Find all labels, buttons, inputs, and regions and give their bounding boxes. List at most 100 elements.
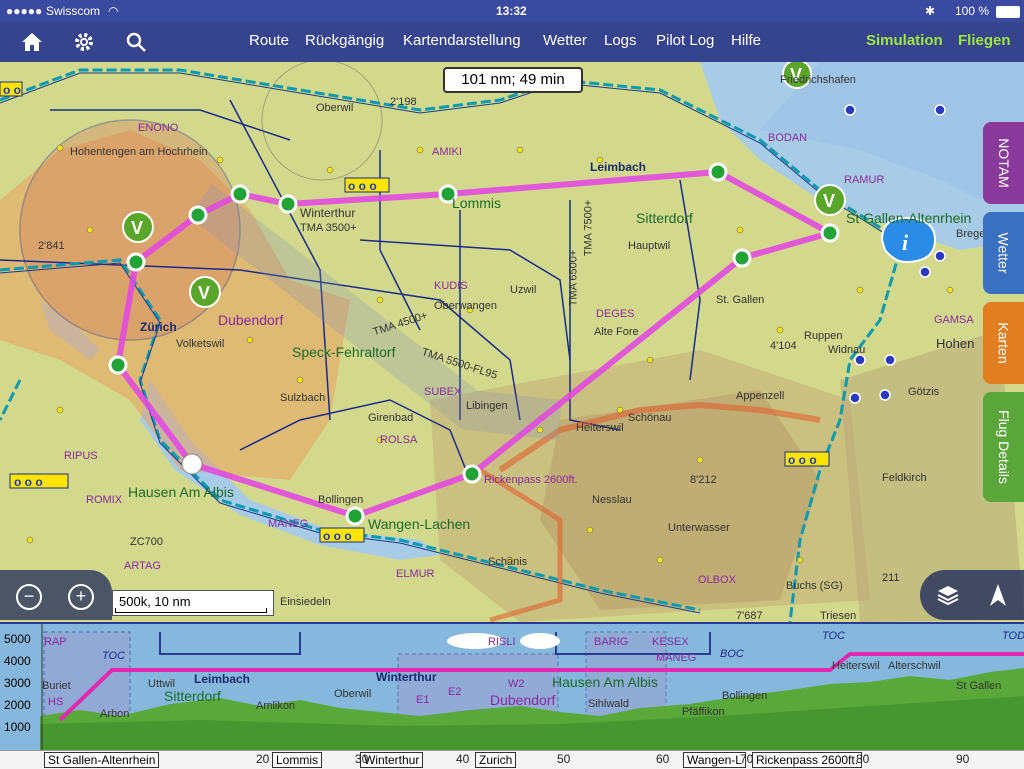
label-gamsa: GAMSA bbox=[934, 314, 974, 326]
label-zurich-city: Zürich bbox=[140, 320, 177, 334]
label-tma3500: TMA 3500+ bbox=[300, 222, 357, 234]
label-elev-211: 211 bbox=[882, 572, 900, 584]
profile-label-amlikon: Amlikon bbox=[256, 700, 296, 712]
label-tma7500: TMA 7500+ bbox=[582, 199, 595, 257]
label-stgallen-city: St. Gallen bbox=[716, 294, 765, 306]
label-einsiedeln: Einsiedeln bbox=[280, 596, 331, 608]
label-bregenz: Brege bbox=[956, 228, 986, 240]
label-rolsa: ROLSA bbox=[380, 434, 418, 446]
profile-label-barig: BARIG bbox=[594, 636, 629, 648]
alt-label-3000: 3000 bbox=[4, 676, 31, 690]
label-altefore: Alte Fore bbox=[594, 326, 639, 338]
map-scale-label: 500k, 10 nm bbox=[119, 594, 191, 609]
label-elev-2841: 2'841 bbox=[38, 240, 65, 252]
profile-label-alterschwil: Alterschwil bbox=[888, 660, 941, 672]
profile-label-hausen: Hausen Am Albis bbox=[552, 674, 658, 690]
label-oberwil: Oberwil bbox=[316, 102, 354, 114]
weather-menu[interactable]: Wetter bbox=[543, 32, 587, 49]
profile-label-w2: W2 bbox=[508, 678, 525, 690]
label-uzwil: Uzwil bbox=[510, 284, 537, 296]
profile-label-buriet: Buriet bbox=[42, 680, 71, 692]
tab-charts[interactable]: Karten bbox=[983, 302, 1024, 384]
profile-label-heiterswil: Heiterswil bbox=[832, 660, 880, 672]
north-arrow-icon[interactable] bbox=[988, 582, 1008, 608]
pilot-log-menu[interactable]: Pilot Log bbox=[656, 32, 714, 49]
profile-label-maneg: MANEG bbox=[656, 652, 697, 664]
alt-label-5000: 5000 bbox=[4, 632, 31, 646]
home-icon[interactable] bbox=[20, 30, 44, 54]
gear-icon[interactable] bbox=[72, 30, 96, 54]
label-unterwasser: Unterwasser bbox=[668, 522, 730, 534]
label-elev-2198: 2'198 bbox=[390, 96, 417, 108]
distance-tick-20: 20 bbox=[256, 752, 270, 766]
waypoint-zurich[interactable]: Zurich bbox=[475, 752, 517, 768]
svg-text:o o o: o o o bbox=[788, 453, 817, 467]
waypoint-winterthur[interactable]: Winterthur bbox=[360, 752, 424, 768]
label-maneg: MANEG bbox=[268, 518, 309, 530]
carrier-label: Swisscom bbox=[46, 4, 101, 18]
vertical-profile[interactable]: 5000 4000 3000 2000 1000 RAP TOC Buriet … bbox=[0, 622, 1024, 752]
profile-label-oberwil: Oberwil bbox=[334, 688, 372, 700]
tab-flight-details[interactable]: Flug Details bbox=[983, 392, 1024, 502]
help-menu[interactable]: Hilfe bbox=[731, 32, 761, 49]
label-dubendorf: Dubendorf bbox=[218, 312, 284, 328]
layers-icon[interactable] bbox=[936, 584, 960, 606]
waypoint-wangen[interactable]: Wangen-L bbox=[683, 752, 746, 768]
svg-text:o o: o o bbox=[3, 83, 21, 97]
fly-button[interactable]: Fliegen bbox=[958, 32, 1011, 49]
label-appenzell: Appenzell bbox=[736, 390, 785, 402]
label-sulzbach: Sulzbach bbox=[280, 392, 326, 404]
undo-menu[interactable]: Rückgängig bbox=[305, 32, 384, 49]
map-display-menu[interactable]: Kartendarstellung bbox=[403, 32, 521, 49]
label-girenbad: Girenbad bbox=[368, 412, 414, 424]
profile-label-toc-2: TOC bbox=[822, 630, 846, 642]
waypoint-rickenpass[interactable]: Rickenpass 2600ft. bbox=[752, 752, 863, 768]
map-scale: 500k, 10 nm bbox=[112, 590, 274, 616]
label-volketswil: Volketswil bbox=[176, 338, 225, 350]
label-libingen: Libingen bbox=[466, 400, 508, 412]
label-enono: ENONO bbox=[138, 122, 179, 134]
label-deges: DEGES bbox=[596, 308, 635, 320]
label-elmur: ELMUR bbox=[396, 568, 435, 580]
simulation-button[interactable]: Simulation bbox=[866, 32, 943, 49]
profile-label-boc-1: BOC bbox=[720, 648, 744, 660]
status-bar: ●●●●● Swisscom ◠ 13:32 ✱ 100 % bbox=[0, 0, 1024, 22]
profile-label-sitterdorf: Sitterdorf bbox=[164, 688, 221, 704]
label-schonau: Schönau bbox=[628, 412, 672, 424]
zoom-out-button[interactable]: − bbox=[16, 584, 42, 610]
profile-label-arbon: Arbon bbox=[100, 708, 130, 720]
svg-text:o o o: o o o bbox=[14, 475, 43, 489]
label-heiterswil: Heiterswil bbox=[576, 422, 624, 434]
tab-flight-details-label: Flug Details bbox=[995, 410, 1012, 484]
profile-label-kesex: KESEX bbox=[652, 636, 689, 648]
zoom-in-button[interactable]: + bbox=[68, 584, 94, 610]
profile-label-tod: TOD bbox=[1002, 630, 1024, 642]
route-menu[interactable]: Route bbox=[249, 32, 289, 49]
waypoint-lommis[interactable]: Lommis bbox=[272, 752, 323, 768]
label-ripus: RIPUS bbox=[64, 450, 98, 462]
label-zc700: ZC700 bbox=[130, 536, 164, 548]
search-icon[interactable] bbox=[124, 30, 148, 54]
profile-label-hs: HS bbox=[48, 696, 64, 708]
bluetooth-icon: ✱ bbox=[925, 4, 936, 18]
label-elev-7687: 7'687 bbox=[736, 610, 763, 622]
profile-label-st-gallen: St Gallen bbox=[956, 680, 1002, 692]
label-widnau: Widnau bbox=[828, 344, 866, 356]
label-rickenpass: Rickenpass 2600ft. bbox=[484, 474, 578, 486]
waypoint-st-gallen[interactable]: St Gallen-Altenrhein bbox=[44, 752, 160, 768]
tab-weather[interactable]: Wetter bbox=[983, 212, 1024, 294]
label-hohenems: Hohen bbox=[936, 336, 975, 351]
label-speck: Speck-Fehraltorf bbox=[292, 344, 396, 360]
label-buchs: Buchs (SG) bbox=[786, 580, 843, 592]
label-friedrichshafen: Friedrichshafen bbox=[780, 74, 856, 86]
label-gotzis: Götzis bbox=[908, 386, 940, 398]
label-nesslau: Nesslau bbox=[592, 494, 632, 506]
logs-menu[interactable]: Logs bbox=[604, 32, 637, 49]
svg-text:o o o: o o o bbox=[323, 529, 352, 543]
aeronautical-map[interactable]: V V V V i o o o o o o o o o o o o o o Lo… bbox=[0, 62, 1024, 622]
label-winterthur: Winterthur bbox=[300, 206, 356, 220]
label-subex: SUBEX bbox=[424, 386, 462, 398]
svg-text:V: V bbox=[823, 191, 835, 211]
label-elev-8212: 8'212 bbox=[690, 474, 717, 486]
tab-notam[interactable]: NOTAM bbox=[983, 122, 1024, 204]
